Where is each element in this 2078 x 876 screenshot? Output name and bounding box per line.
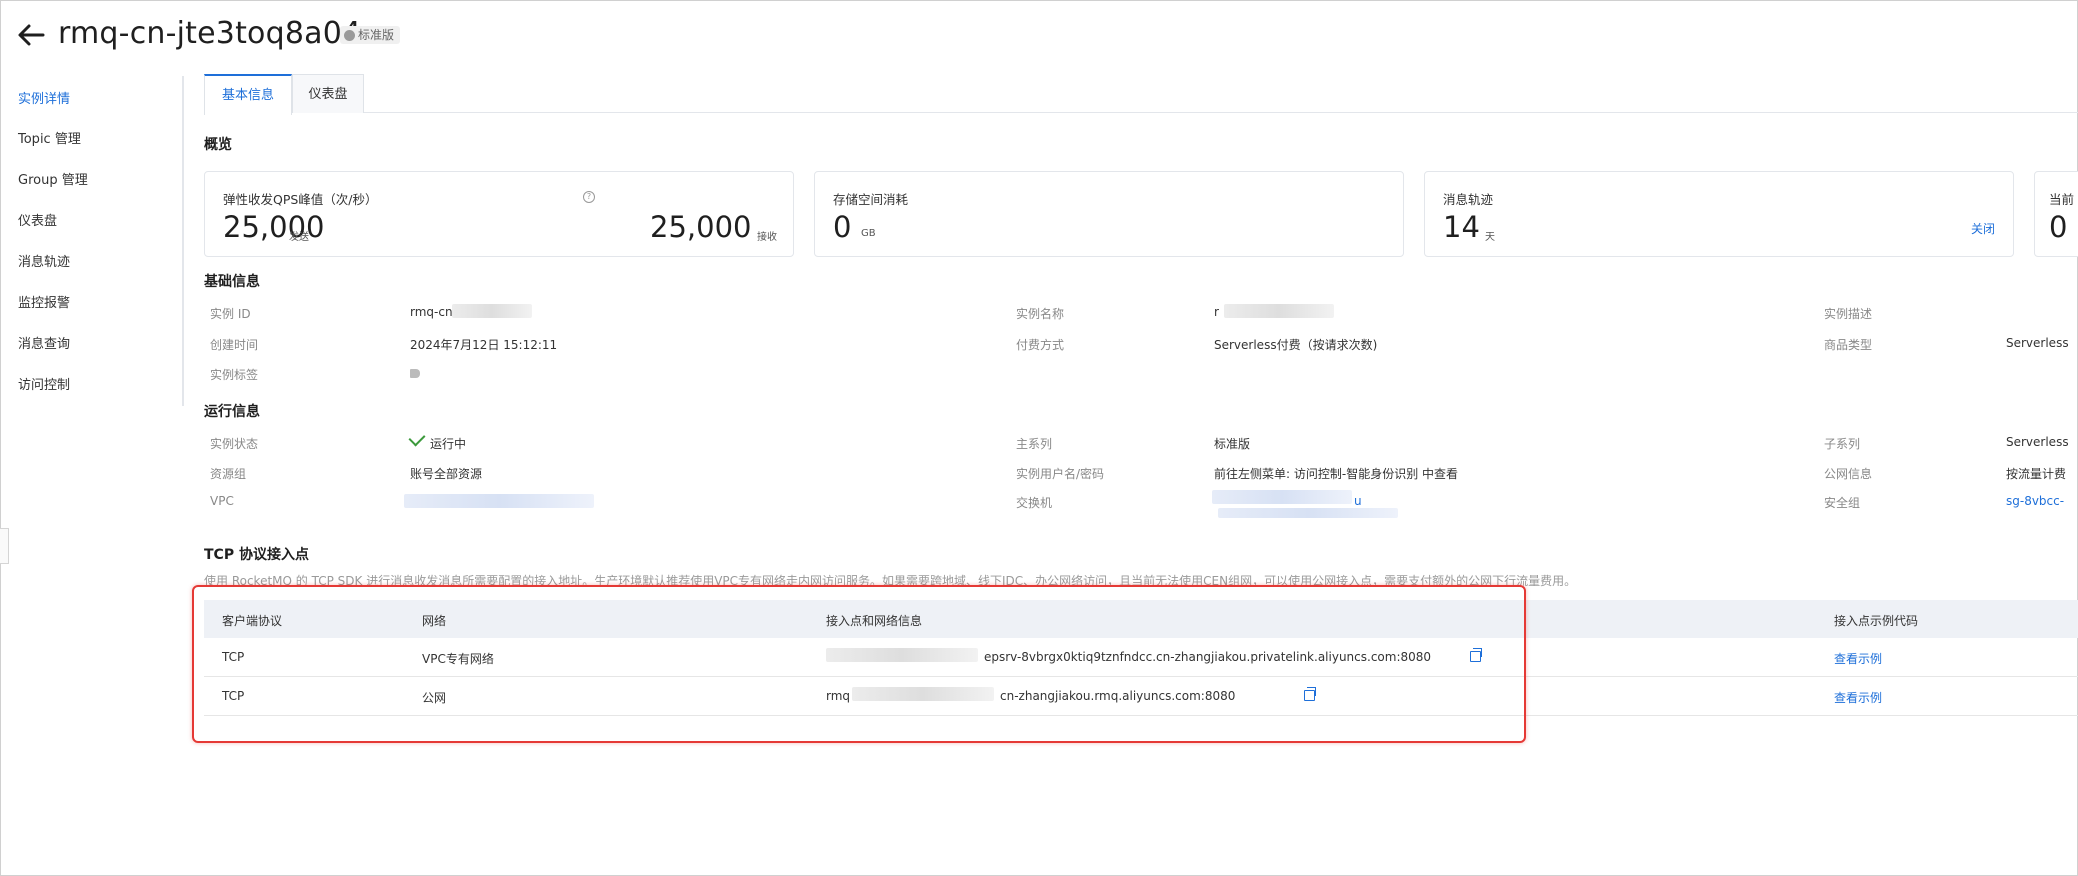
vswitch-value[interactable]: u <box>1354 494 1362 508</box>
column-header-sample: 接入点示例代码 <box>1834 614 1919 628</box>
trace-card: 消息轨迹 14 天 关闭 <box>1424 171 2014 257</box>
row-network: VPC专有网络 <box>422 652 494 666</box>
redacted-mask <box>452 304 532 318</box>
sidebar-item-message-trace[interactable]: 消息轨迹 <box>18 251 70 270</box>
instance-desc-label: 实例描述 <box>1824 307 1873 321</box>
trace-unit: 天 <box>1485 232 1495 243</box>
secgroup-label: 安全组 <box>1824 496 1861 510</box>
tcp-endpoints-title: TCP 协议接入点 <box>204 547 309 563</box>
qps-recv-value: 25,000 <box>650 210 752 244</box>
row-endpoint-prefix: rmq <box>826 689 851 703</box>
trace-value: 14 <box>1443 210 1480 244</box>
vswitch-label: 交换机 <box>1016 496 1053 510</box>
column-header-network: 网络 <box>422 614 447 628</box>
storage-label: 存储空间消耗 <box>833 192 909 207</box>
sidebar-collapse-handle[interactable] <box>0 528 9 564</box>
public-value: 按流量计费 <box>2006 467 2067 481</box>
series-label: 主系列 <box>1016 437 1053 451</box>
sidebar: 实例详情 Topic 管理 Group 管理 仪表盘 消息轨迹 监控报警 消息查… <box>0 76 184 406</box>
runtime-info-title: 运行信息 <box>204 404 260 420</box>
trace-close-link[interactable]: 关闭 <box>1971 220 1995 237</box>
billing-value: Serverless付费（按请求次数) <box>1214 338 1378 352</box>
tag-icon[interactable] <box>410 369 420 378</box>
status-label: 实例状态 <box>210 437 259 451</box>
tags-label: 实例标签 <box>210 368 259 382</box>
instance-id-label: 实例 ID <box>210 307 251 321</box>
redacted-mask <box>1218 508 1398 518</box>
tab-dashboard[interactable]: 仪表盘 <box>292 74 364 113</box>
sidebar-item-message-query[interactable]: 消息查询 <box>18 333 70 352</box>
created-label: 创建时间 <box>210 338 259 352</box>
storage-unit: GB <box>861 228 876 239</box>
tab-bar: 基本信息 仪表盘 <box>204 74 2078 115</box>
row-protocol: TCP <box>222 689 245 703</box>
edition-icon <box>344 29 355 41</box>
product-value: Serverless <box>2006 336 2069 350</box>
table-row: TCP 公网 rmq cn-zhangjiakou.rmq.aliyuncs.c… <box>204 677 2078 716</box>
row-endpoint: epsrv-8vbrgx0ktiq9tznfndcc.cn-zhangjiako… <box>984 650 1432 664</box>
help-icon[interactable]: ? <box>583 191 595 203</box>
row-protocol: TCP <box>222 650 245 664</box>
sidebar-item-group[interactable]: Group 管理 <box>18 169 88 188</box>
qps-label: 弹性收发QPS峰值（次/秒） <box>223 192 378 207</box>
sidebar-item-dashboard[interactable]: 仪表盘 <box>18 210 57 229</box>
table-row: TCP VPC专有网络 epsrv-8vbrgx0ktiq9tznfndcc.c… <box>204 638 2078 677</box>
instance-id-value: rmq-cn <box>410 305 453 319</box>
sidebar-item-access-control[interactable]: 访问控制 <box>18 374 70 393</box>
edition-badge: 标准版 <box>340 26 401 44</box>
column-header-protocol: 客户端协议 <box>222 614 283 628</box>
series-value: 标准版 <box>1214 437 1251 451</box>
table-header: 客户端协议 网络 接入点和网络信息 接入点示例代码 <box>204 600 2078 638</box>
redacted-mask <box>852 687 994 701</box>
secgroup-link[interactable]: sg-8vbcc- <box>2006 494 2064 508</box>
basic-info-title: 基础信息 <box>204 274 260 290</box>
qps-send-unit: 发送 <box>289 232 309 243</box>
sidebar-item-topic[interactable]: Topic 管理 <box>18 128 81 147</box>
sidebar-item-monitoring-alerts[interactable]: 监控报警 <box>18 292 70 311</box>
subseries-label: 子系列 <box>1824 437 1861 451</box>
row-endpoint: cn-zhangjiakou.rmq.aliyuncs.com:8080 <box>1000 689 1236 703</box>
tab-basic-info[interactable]: 基本信息 <box>204 74 292 115</box>
credentials-label: 实例用户名/密码 <box>1016 467 1105 481</box>
overview-title: 概览 <box>204 137 232 153</box>
product-label: 商品类型 <box>1824 338 1873 352</box>
current-label: 当前 <box>2049 192 2075 207</box>
subseries-value: Serverless <box>2006 435 2069 449</box>
tcp-description: 使用 RocketMQ 的 TCP SDK 进行消息收发消息所需要配置的接入地址… <box>204 574 1577 588</box>
storage-value: 0 <box>833 210 852 244</box>
view-sample-link[interactable]: 查看示例 <box>1834 689 1882 706</box>
redacted-mask <box>826 648 978 662</box>
copy-icon[interactable] <box>1470 648 1482 662</box>
edition-badge-label: 标准版 <box>358 28 395 42</box>
resgroup-value: 账号全部资源 <box>410 467 483 481</box>
row-network: 公网 <box>422 691 447 705</box>
vpc-label: VPC <box>210 494 234 508</box>
resgroup-label: 资源组 <box>210 467 247 481</box>
copy-icon[interactable] <box>1304 687 1316 701</box>
instance-name-value: r <box>1214 305 1219 319</box>
redacted-mask <box>1224 304 1334 318</box>
trace-label: 消息轨迹 <box>1443 192 1494 207</box>
view-sample-link[interactable]: 查看示例 <box>1834 650 1882 667</box>
column-header-endpoint: 接入点和网络信息 <box>826 614 923 628</box>
public-label: 公网信息 <box>1824 467 1873 481</box>
qps-card: 弹性收发QPS峰值（次/秒） ? 25,000 发送 25,000 接收 <box>204 171 794 257</box>
page-title: rmq-cn-jte3toq8a04 <box>58 16 362 51</box>
billing-label: 付费方式 <box>1016 338 1065 352</box>
sidebar-item-instance-details[interactable]: 实例详情 <box>18 88 70 107</box>
current-value: 0 <box>2049 210 2068 244</box>
qps-recv-unit: 接收 <box>757 232 777 243</box>
qps-send-value: 25,000 <box>223 210 325 244</box>
storage-card: 存储空间消耗 0 GB <box>814 171 1404 257</box>
vswitch-link[interactable] <box>1212 490 1352 504</box>
created-value: 2024年7月12日 15:12:11 <box>410 338 558 352</box>
back-arrow-icon[interactable] <box>16 20 46 50</box>
status-value: 运行中 <box>430 437 467 451</box>
credentials-value: 前往左侧菜单: 访问控制-智能身份识别 中查看 <box>1214 467 1459 481</box>
instance-name-label: 实例名称 <box>1016 307 1065 321</box>
current-card: 当前 0 <box>2034 171 2078 257</box>
vpc-link[interactable] <box>404 494 594 508</box>
